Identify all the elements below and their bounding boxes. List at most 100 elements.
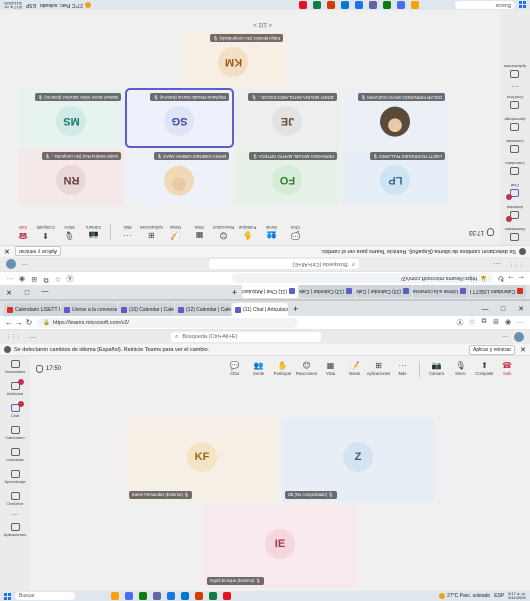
menu-dots-icon[interactable]: … [514,318,526,328]
forward-icon[interactable]: → [14,318,24,327]
av-button[interactable]: 🎙 Micro [449,361,472,377]
av-button[interactable]: ⬆ Compartir [34,224,57,240]
url-field[interactable]: 🔒 https://teams.microsoft.com/v2/ [38,317,298,328]
taskbar-app-icon[interactable] [383,1,391,9]
reader-icon[interactable]: Ⓐ [454,318,466,328]
user-avatar[interactable] [6,259,16,269]
settings-dots-icon[interactable]: ··· [22,261,28,267]
weather-widget[interactable]: 27°C Parc. soleado [40,2,91,8]
rail-apps[interactable]: Aplicaciones [500,60,530,82]
taskbar-app-icon[interactable] [181,592,189,600]
favorite-star-icon[interactable]: ☆ [52,274,64,284]
participant-tile[interactable]: IE Ingrid Enrique (Externo) 🎙 [204,506,356,588]
user-avatar[interactable] [514,332,524,342]
taskbar-app-icon[interactable] [195,592,203,600]
extensions-icon[interactable]: ⧉ [478,318,490,328]
participant-tile[interactable]: KM Katya Mendez (No comprobado) 🎙 [181,31,286,87]
new-tab-button[interactable]: + [289,303,302,316]
meeting-tool-button[interactable]: ▦ Vista [188,224,211,240]
clock[interactable]: 8:17 a. m. 5/11/2025 [4,1,22,11]
rail-item[interactable]: Novedades [0,356,30,378]
taskbar-app-icon[interactable] [153,592,161,600]
app-launcher-icon[interactable]: ⋮⋮⋮ [6,334,21,340]
participant-tile[interactable]: JE JENNY MOLINA ANTOLANES ESCUD... 🎙 [235,90,340,146]
rail-item[interactable]: Calendario [0,422,30,444]
browser-tab[interactable]: (10) Calendar | Calendar | Mi✕ [356,285,412,298]
apply-restart-button[interactable]: Aplicar y reiniciar [14,246,61,257]
taskbar-app-icon[interactable] [341,1,349,9]
taskbar-app-icon[interactable] [125,592,133,600]
language-indicator[interactable]: ESP [26,2,36,8]
meeting-tool-button[interactable]: 😊 Reaccionar [212,224,235,240]
leave-button[interactable]: ☎ Salir [13,224,33,240]
participant-tile[interactable]: OSCAR FERNANDO ARAYA GUEVARA 🎙 [343,90,448,146]
rail-item[interactable]: Actividad [500,201,530,223]
taskbar-app-icon[interactable] [411,1,419,9]
browser-tab[interactable]: Unirse a la conversación✕ [61,303,117,316]
meeting-tool-button[interactable]: 📝 Notas [343,361,366,377]
meeting-tool-button[interactable]: ⊞ Aplicaciones [140,224,164,240]
browser-tab[interactable]: (12) Calendar | Calendar | Mi✕ [175,303,231,316]
meeting-tool-button[interactable]: 💬 Chat [223,361,246,377]
meeting-tool-button[interactable]: ··· Más [116,224,139,240]
rail-item[interactable]: Aprendizaje [0,466,30,488]
apply-restart-button[interactable]: Aplicar y reiniciar [469,344,516,355]
more-options-icon[interactable]: ··· [29,333,37,342]
participant-tile[interactable]: MARÍA GIMENEZ URBINA AMAS 🎙 [127,149,232,205]
taskbar-app-icon[interactable] [355,1,363,9]
rail-item[interactable]: OneDrive [0,488,30,510]
rail-item[interactable]: Novedades [500,223,530,245]
teams-search-input[interactable]: ⌕ Búsqueda (Ctrl+Alt+E) [209,259,359,269]
taskbar-app-icon[interactable] [369,1,377,9]
maximize-button[interactable]: □ [18,285,36,298]
av-button[interactable]: ⬆ Compartir [473,361,496,377]
taskbar-app-icon[interactable] [223,592,231,600]
banner-close-button[interactable]: ✕ [520,346,526,354]
back-icon[interactable]: ← [516,274,526,283]
minimize-button[interactable]: — [36,285,54,298]
clock[interactable]: 8:17 a. m. 5/11/2025 [508,591,526,601]
rail-item[interactable]: Chat [500,179,530,201]
participant-tile[interactable]: FO FERNANDO MIGUEL MARTO ORTEGA 🎙 [235,149,340,205]
url-field[interactable]: 🔒 https://teams.microsoft.com/v2/ [232,273,492,284]
rail-item[interactable]: Llamadas [500,135,530,157]
meeting-tool-button[interactable]: 💬 Chat [284,224,307,240]
browser-tab[interactable]: Calendario LISETT RODRIGU✕ [4,303,60,316]
browser-tab[interactable]: (10) Calendar | Calendar | Mi✕ [118,303,174,316]
windows-start-icon[interactable] [519,1,526,9]
meeting-tool-button[interactable]: ✋ Participar [236,224,259,240]
menu-dots-icon[interactable]: … [4,274,16,284]
windows-start-icon[interactable] [4,592,11,600]
collections-icon[interactable]: ⊞ [28,274,40,284]
taskbar-search[interactable]: Buscar [15,592,75,600]
taskbar-app-icon[interactable] [167,592,175,600]
browser-tab[interactable]: (11) Chat | Articulación✕ [242,285,298,298]
reload-icon[interactable]: ↻ [24,318,34,327]
av-button[interactable]: 📷 Cámara [82,224,105,240]
taskbar-app-icon[interactable] [111,592,119,600]
back-icon[interactable]: ← [4,318,14,327]
meeting-tool-button[interactable]: ⊞ Aplicaciones [367,361,391,377]
participant-tile[interactable]: MS Manuel Junior Vélez Sánchez (Externo) … [19,90,124,146]
taskbar-app-icon[interactable] [209,592,217,600]
meeting-tool-button[interactable]: 👥 Gente [260,224,283,240]
participant-tile[interactable]: KF Karen Fernandez (Externo) 🎙 [126,418,278,502]
browser-tab[interactable]: Calendario LISETT RODRIGU✕ [470,285,526,298]
reader-icon[interactable]: Ⓐ [64,274,76,284]
browser-tab[interactable]: Unirse a la conversación✕ [413,285,469,298]
banner-close-button[interactable]: ✕ [4,248,10,256]
close-window-button[interactable]: ✕ [0,285,18,298]
meeting-tool-button[interactable]: 👥 Gente [247,361,270,377]
meeting-tool-button[interactable]: ··· Más [391,361,414,377]
more-options-icon[interactable]: ··· [493,260,501,269]
gallery-pager[interactable]: < 1/2 > [253,21,272,27]
language-indicator[interactable]: ESP [494,593,504,599]
taskbar-app-icon[interactable] [313,1,321,9]
forward-icon[interactable]: → [506,274,516,283]
rail-item[interactable]: Llamadas [0,444,30,466]
minimize-button[interactable]: — [476,303,494,316]
rail-item[interactable]: Calendario [500,157,530,179]
meeting-tool-button[interactable]: 📝 Notas [164,224,187,240]
rail-item[interactable]: OneDrive [500,91,530,113]
taskbar-app-icon[interactable] [327,1,335,9]
